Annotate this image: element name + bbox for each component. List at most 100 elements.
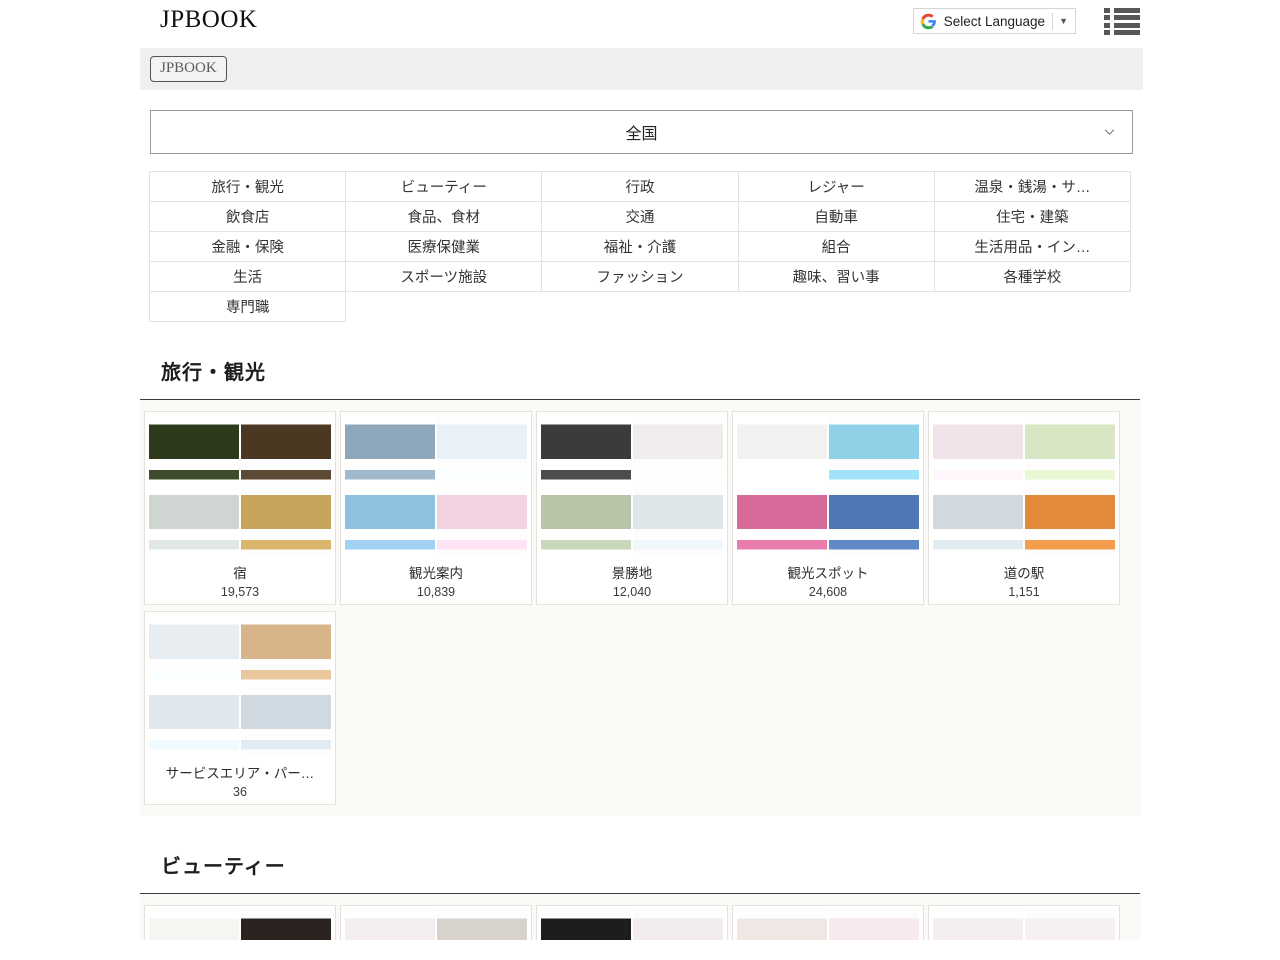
card-grid: 宿 19,573 観光案内 10,839 景勝地 12,040 観光スポット 24,608 道の… xyxy=(140,400,1141,816)
category-card[interactable]: 景勝地 12,040 xyxy=(536,411,728,605)
thumbnail-tile xyxy=(241,486,331,555)
card-label: 道の駅 xyxy=(1003,566,1045,581)
category-cell-empty xyxy=(346,292,542,322)
category-cell[interactable]: 生活用品・イン… xyxy=(933,231,1132,262)
card-thumbnail xyxy=(541,910,723,940)
category-table: 旅行・観光 ビューティー 行政 レジャー 温泉・銭湯・サ… 飲食店 食品、食材 交通 自動車 住宅… xyxy=(148,171,1132,322)
section-title: ビューティー xyxy=(161,856,286,878)
category-cell[interactable]: 金融・保険 xyxy=(148,231,347,262)
thumbnail-tile xyxy=(829,416,919,485)
category-cell-empty xyxy=(934,292,1130,322)
category-cell-empty xyxy=(738,292,934,322)
card-label: サービスエリア・パー… xyxy=(165,766,315,781)
thumbnail-tile xyxy=(933,910,1023,940)
thumbnail-tile xyxy=(437,486,527,555)
thumbnail-tile xyxy=(241,616,331,685)
category-cell[interactable]: 医療保健業 xyxy=(345,231,543,262)
category-table-row: 金融・保険 医療保健業 福祉・介護 組合 生活用品・イン… xyxy=(148,231,1132,262)
category-cell-empty xyxy=(542,292,738,322)
category-cell[interactable]: 温泉・銭湯・サ… xyxy=(933,171,1132,202)
thumbnail-tile xyxy=(829,486,919,555)
thumbnail-tile xyxy=(149,616,239,685)
page-root: JPBOOK Select Language ▼ JPBOOK 全国 旅行・観光… xyxy=(0,0,1280,940)
card-count: 1,151 xyxy=(1008,585,1040,599)
card-grid xyxy=(140,894,1141,940)
thumbnail-tile xyxy=(541,416,631,485)
category-table-row: 生活 スポーツ施設 ファッション 趣味、習い事 各種学校 xyxy=(148,261,1132,292)
thumbnail-tile xyxy=(345,910,435,940)
thumbnail-tile xyxy=(241,686,331,755)
card-count: 10,839 xyxy=(416,585,456,599)
thumbnail-tile xyxy=(241,416,331,485)
card-thumbnail xyxy=(737,416,919,555)
list-menu-row xyxy=(1104,22,1140,28)
category-cell[interactable]: 趣味、習い事 xyxy=(737,261,935,292)
thumbnail-tile xyxy=(149,910,239,940)
thumbnail-tile xyxy=(633,416,723,485)
category-cell[interactable]: 行政 xyxy=(541,171,739,202)
language-selector[interactable]: Select Language ▼ xyxy=(912,8,1076,34)
category-cell[interactable]: 福祉・介護 xyxy=(541,231,739,262)
category-card[interactable]: 観光案内 10,839 xyxy=(340,411,532,605)
category-cell[interactable]: 旅行・観光 xyxy=(148,171,347,202)
region-select[interactable]: 全国 xyxy=(150,110,1133,154)
category-cell[interactable]: 生活 xyxy=(148,261,347,292)
card-count: 12,040 xyxy=(612,585,652,599)
list-menu-icon[interactable] xyxy=(1104,7,1140,35)
thumbnail-tile xyxy=(149,416,239,485)
breadcrumb-item-jpbook[interactable]: JPBOOK xyxy=(150,56,227,82)
thumbnail-tile xyxy=(437,416,527,485)
category-cell[interactable]: 各種学校 xyxy=(933,261,1132,292)
category-card[interactable]: 道の駅 1,151 xyxy=(928,411,1120,605)
thumbnail-tile xyxy=(345,416,435,485)
list-menu-row xyxy=(1104,29,1140,35)
thumbnail-tile xyxy=(1025,910,1115,940)
category-cell[interactable]: 自動車 xyxy=(737,201,935,232)
category-table-body: 旅行・観光 ビューティー 行政 レジャー 温泉・銭湯・サ… 飲食店 食品、食材 交通 自動車 住宅… xyxy=(148,171,1132,322)
category-cell[interactable]: レジャー xyxy=(737,171,935,202)
card-thumbnail xyxy=(345,416,527,555)
category-cell[interactable]: 飲食店 xyxy=(148,201,347,232)
category-card[interactable] xyxy=(144,905,336,940)
thumbnail-tile xyxy=(437,910,527,940)
list-menu-row xyxy=(1104,8,1140,13)
category-section: ビューティー xyxy=(0,850,1280,940)
site-brand[interactable]: JPBOOK xyxy=(160,6,257,34)
category-table-row: 専門職 xyxy=(148,291,1131,322)
card-thumbnail xyxy=(149,910,331,940)
category-card[interactable]: 宿 19,573 xyxy=(144,411,336,605)
thumbnail-tile xyxy=(241,910,331,940)
thumbnail-tile xyxy=(149,686,239,755)
category-cell[interactable]: スポーツ施設 xyxy=(345,261,543,292)
thumbnail-tile xyxy=(829,910,919,940)
category-card[interactable] xyxy=(340,905,532,940)
card-thumbnail xyxy=(933,910,1115,940)
category-cell[interactable]: 専門職 xyxy=(148,291,347,322)
region-select-value: 全国 xyxy=(625,126,658,143)
language-selector-divider xyxy=(1052,12,1054,30)
category-cell[interactable]: ファッション xyxy=(541,261,739,292)
chevron-down-icon[interactable]: ▼ xyxy=(1059,16,1073,26)
language-selector-label: Select Language xyxy=(943,13,1046,29)
category-cell[interactable]: 住宅・建築 xyxy=(933,201,1132,232)
thumbnail-tile xyxy=(541,486,631,555)
category-card[interactable] xyxy=(536,905,728,940)
card-thumbnail xyxy=(933,416,1115,555)
category-cell[interactable]: 食品、食材 xyxy=(345,201,543,232)
card-label: 観光スポット xyxy=(787,566,869,581)
category-card[interactable]: 観光スポット 24,608 xyxy=(732,411,924,605)
thumbnail-tile xyxy=(1025,486,1115,555)
category-cell[interactable]: 組合 xyxy=(737,231,935,262)
category-section: 旅行・観光宿 19,573 観光案内 10,839 景勝地 12,040 観光スポット 24,… xyxy=(0,356,1280,816)
category-card[interactable]: サービスエリア・パー… 36 xyxy=(144,611,336,805)
category-cell[interactable]: 交通 xyxy=(541,201,739,232)
card-thumbnail xyxy=(149,416,331,555)
category-card[interactable] xyxy=(732,905,924,940)
category-cell[interactable]: ビューティー xyxy=(345,171,543,202)
thumbnail-tile xyxy=(149,486,239,555)
category-card[interactable] xyxy=(928,905,1120,940)
site-header: JPBOOK Select Language ▼ xyxy=(0,0,1280,48)
thumbnail-tile xyxy=(633,910,723,940)
card-label: 観光案内 xyxy=(409,566,463,581)
google-g-icon xyxy=(920,13,936,29)
